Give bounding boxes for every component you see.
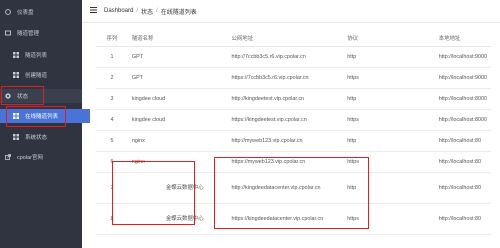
cell-index: 6 xyxy=(96,151,128,173)
sidebar: 仪表盘 隧道管理 隧道列表 创建隧道 状态 在线隧道列表 系统状态 cpolar… xyxy=(0,0,90,248)
grid-icon xyxy=(13,134,19,140)
cell-protocol: http xyxy=(343,172,435,204)
column-header-index: 序列 xyxy=(96,30,128,47)
cell-local-address: http://localhost:8000 xyxy=(434,88,491,110)
sidebar-item-tunnel-management[interactable]: 隧道管理 xyxy=(0,26,82,40)
breadcrumb-current: 在线隧道列表 xyxy=(160,9,197,16)
cell-public-url[interactable]: http://myweb123.vip.cpolar.cn xyxy=(227,130,344,152)
breadcrumb-status[interactable]: 状态 xyxy=(141,7,153,16)
sidebar-item-label: 仪表盘 xyxy=(17,10,34,16)
status-icon xyxy=(5,93,11,99)
cell-public-url[interactable]: http://kingdeedatacenter.vip.cpolar.cn xyxy=(227,172,344,204)
cell-index: 3 xyxy=(96,88,128,110)
sidebar-item-cpolar-website[interactable]: cpolar官网 xyxy=(0,150,82,164)
cell-local-address: http://localhost:80 xyxy=(434,172,491,204)
cell-protocol: https xyxy=(343,67,435,89)
table-row: 1 GPT http://7ccbb3c5.r6.vip.cpolar.cn h… xyxy=(96,46,491,68)
cell-protocol: http xyxy=(343,46,435,68)
cell-name: GPT xyxy=(127,67,228,89)
sidebar-item-label: 隧道列表 xyxy=(25,53,48,59)
table-row: 3 kingdee cloud http://kingdeetest.vip.c… xyxy=(96,88,491,110)
cell-index: 4 xyxy=(96,109,128,131)
cell-public-url[interactable]: http://kingdeetest.vip.cpolar.cn xyxy=(227,88,344,110)
sidebar-item-label: 在线隧道列表 xyxy=(25,114,59,120)
table-row: 2 GPT https://7ccbb3c5.r6.vip.cpolar.cn … xyxy=(96,67,491,89)
sidebar-item-status[interactable]: 状态 xyxy=(0,89,82,103)
column-header-local-address: 本地地址 xyxy=(434,30,491,47)
table-row: 4 kingdee cloud https://kingdeetest.vip.… xyxy=(96,109,491,131)
sidebar-item-system-status[interactable]: 系统状态 xyxy=(0,130,90,144)
cell-name: 金蝶云数据中心 xyxy=(127,172,228,204)
cell-name: GPT xyxy=(127,46,228,68)
column-header-public-url: 公网地址 xyxy=(227,30,344,47)
cell-index: 7 xyxy=(96,172,128,204)
table-row: 5 nginx http://myweb123.vip.cpolar.cn ht… xyxy=(96,130,491,152)
sidebar-item-label: 系统状态 xyxy=(25,135,48,141)
grid-icon xyxy=(13,72,19,78)
cell-public-url[interactable]: https://kingdeetest.vip.cpolar.cn xyxy=(227,109,344,131)
sidebar-item-label: cpolar官网 xyxy=(17,155,43,161)
cell-protocol: https xyxy=(343,109,435,131)
breadcrumb-separator: / xyxy=(136,8,139,14)
cell-public-url[interactable]: https://kingdeedatacenter.vip.cpolar.cn xyxy=(227,203,344,235)
cell-name: kingdee cloud xyxy=(127,88,228,110)
external-link-icon xyxy=(5,154,11,160)
cell-local-address: http://localhost:80 xyxy=(434,151,491,173)
cell-public-url[interactable]: http://7ccbb3c5.r6.vip.cpolar.cn xyxy=(227,46,344,68)
tunnel-table: 序列 隧道名称 公网地址 协议 本地地址 1 GPT http://7ccbb3… xyxy=(96,30,500,235)
sidebar-item-label: 状态 xyxy=(17,94,29,100)
cell-local-address: http://localhost:8000 xyxy=(434,109,491,131)
top-bar: Dashboard / 状态 / 在线隧道列表 xyxy=(82,0,500,23)
table-header: 序列 隧道名称 公网地址 协议 本地地址 xyxy=(96,30,491,47)
table-row: 6 nginx https://myweb123.vip.cpolar.cn h… xyxy=(96,151,491,173)
cell-name: nginx xyxy=(127,151,228,173)
sidebar-item-dashboard[interactable]: 仪表盘 xyxy=(0,5,82,19)
cell-protocol: http xyxy=(343,88,435,110)
cell-name: kingdee cloud xyxy=(127,109,228,131)
sidebar-item-online-tunnel-list[interactable]: 在线隧道列表 xyxy=(0,109,90,123)
sidebar-item-create-tunnel[interactable]: 创建隧道 xyxy=(0,68,90,82)
cell-local-address: http://localhost:80 xyxy=(434,203,491,235)
dashboard-icon xyxy=(5,9,11,15)
breadcrumb: Dashboard / 状态 / 在线隧道列表 xyxy=(104,7,197,16)
column-header-name: 隧道名称 xyxy=(127,30,228,47)
cell-index: 5 xyxy=(96,130,128,152)
cell-name: nginx xyxy=(127,130,228,152)
sidebar-item-label: 隧道管理 xyxy=(17,31,40,37)
grid-icon xyxy=(13,52,19,58)
sidebar-item-tunnel-list[interactable]: 隧道列表 xyxy=(0,48,90,62)
sidebar-item-label: 创建隧道 xyxy=(25,73,48,79)
cell-public-url[interactable]: https://7ccbb3c5.r6.vip.cpolar.cn xyxy=(227,67,344,89)
cell-local-address: http://localhost:9000 xyxy=(434,67,491,89)
tunnel-icon xyxy=(5,30,11,36)
cell-public-url[interactable]: https://myweb123.vip.cpolar.cn xyxy=(227,151,344,173)
cell-name: 金蝶云数据中心 xyxy=(127,203,228,235)
cell-index: 1 xyxy=(96,46,128,68)
table-row: 8 金蝶云数据中心 https://kingdeedatacenter.vip.… xyxy=(96,203,491,235)
breadcrumb-separator: / xyxy=(156,8,158,14)
cell-protocol: http xyxy=(343,130,435,152)
grid-icon xyxy=(13,113,19,119)
cell-index: 8 xyxy=(96,203,128,235)
breadcrumb-home[interactable]: Dashboard xyxy=(104,8,133,14)
cell-index: 2 xyxy=(96,67,128,89)
cell-local-address: http://localhost:80 xyxy=(434,130,491,152)
cell-protocol: https xyxy=(343,203,435,235)
cell-local-address: http://localhost:9000 xyxy=(434,46,491,68)
table-row: 7 金蝶云数据中心 http://kingdeedatacenter.vip.c… xyxy=(96,172,491,204)
cell-protocol: https xyxy=(343,151,435,173)
column-header-protocol: 协议 xyxy=(343,30,435,47)
